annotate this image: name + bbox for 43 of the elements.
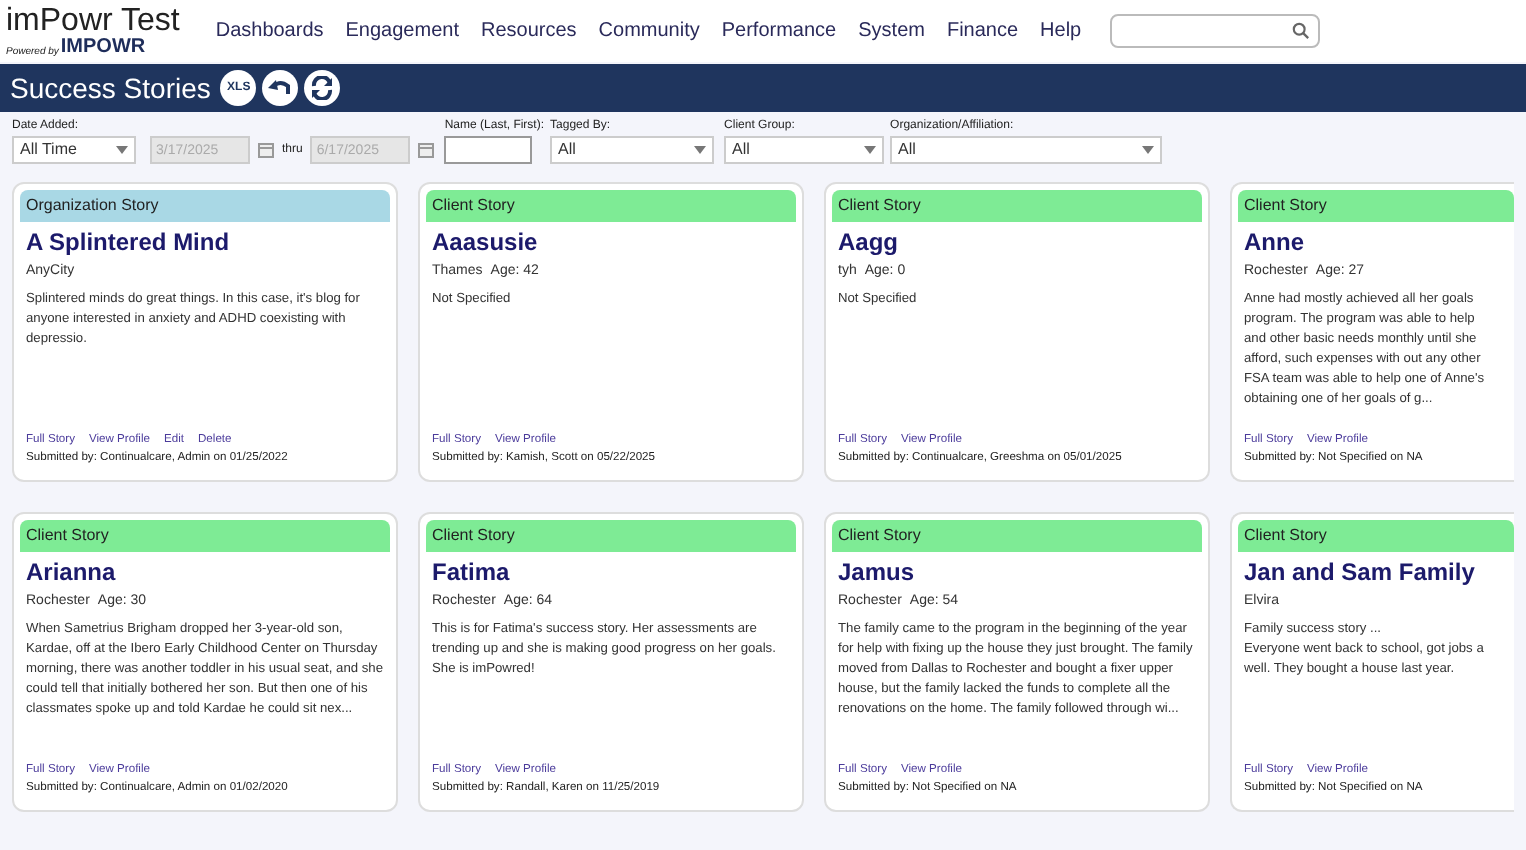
undo-arrow-icon: [268, 78, 293, 98]
nav-link[interactable]: Dashboards: [215, 16, 324, 46]
story-type-header: Client Story: [20, 520, 390, 552]
dropdown[interactable]: All: [550, 136, 715, 164]
story-name: Arianna: [26, 558, 118, 586]
nav-link[interactable]: Performance: [721, 16, 837, 46]
story-type-header: Client Story: [426, 520, 796, 552]
app-title: imPowr Test: [6, 5, 180, 37]
story-type-header: Client Story: [1238, 190, 1514, 222]
dropdown[interactable]: All: [890, 136, 1163, 164]
story-name: Aagg: [838, 228, 900, 256]
nav-link[interactable]: Help: [1040, 16, 1082, 46]
story-name: Jamus: [838, 558, 917, 586]
name-field[interactable]: [444, 136, 533, 164]
story-name: Jan and Sam Family: [1244, 558, 1477, 586]
nav-link[interactable]: Resources: [480, 16, 577, 46]
dropdown-caret-icon: [864, 146, 877, 154]
story-name: Fatima: [432, 558, 512, 586]
refresh-button[interactable]: [304, 70, 341, 106]
brand-logo-text: IMPOWR: [60, 37, 146, 57]
refresh-icon: [310, 76, 335, 100]
page-title: Success Stories: [10, 69, 211, 107]
story-type-header: Client Story: [832, 520, 1202, 552]
dropdown-caret-icon: [1142, 146, 1155, 154]
undo-button[interactable]: [262, 70, 299, 106]
story-type-header: Organization Story: [20, 190, 390, 222]
dropdown[interactable]: All: [724, 136, 885, 164]
story-type-header: Client Story: [832, 190, 1202, 222]
story-name: A Splintered Mind: [26, 228, 232, 256]
nav-link[interactable]: Engagement: [345, 16, 459, 46]
calendar-icon[interactable]: [418, 142, 435, 158]
nav-link[interactable]: System: [858, 16, 925, 46]
nav-link[interactable]: Finance: [946, 16, 1019, 46]
search-field[interactable]: [1109, 14, 1320, 48]
story-name: Anne: [1244, 228, 1306, 256]
dropdown-caret-icon: [694, 146, 707, 154]
story-type-header: Client Story: [1238, 520, 1514, 552]
dropdown-caret-icon: [116, 146, 128, 154]
story-name: Aaasusie: [432, 228, 540, 256]
nav-link[interactable]: Community: [598, 16, 700, 46]
story-type-header: Client Story: [426, 190, 796, 222]
calendar-icon[interactable]: [258, 142, 274, 158]
search-icon: [1291, 22, 1310, 40]
